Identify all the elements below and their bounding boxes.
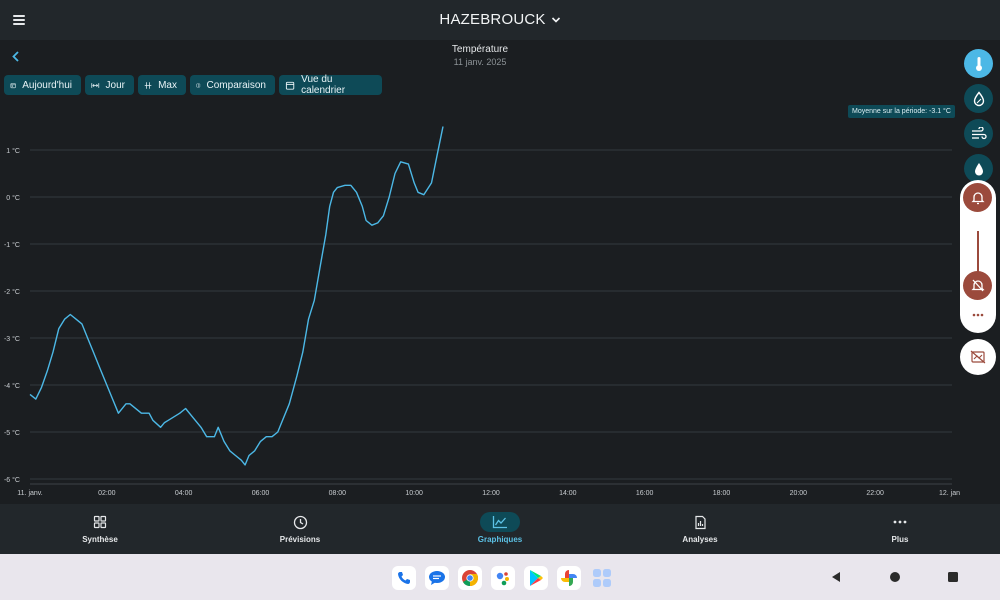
- top-app-bar: HAZEBROUCK: [0, 0, 1000, 40]
- y-tick-label: 0 °C: [6, 194, 20, 202]
- report-icon: [694, 515, 706, 529]
- bell-icon: [970, 192, 985, 205]
- thermometer-icon: [975, 56, 982, 71]
- system-home-icon[interactable]: [889, 571, 901, 583]
- hide-panel: [960, 339, 996, 375]
- nav-label: Graphiques: [477, 535, 523, 544]
- range-icon: [91, 82, 100, 88]
- back-icon[interactable]: [6, 47, 26, 67]
- app-drawer-icon[interactable]: [590, 566, 614, 590]
- temperature-line: [29, 126, 444, 466]
- bottom-navigation: Synthèse Prévisions Graphiques Analyses …: [0, 504, 1000, 554]
- y-tick-label: -5 °C: [4, 429, 20, 437]
- x-tick-label: 08:00: [329, 490, 347, 497]
- alert-off-button[interactable]: [963, 271, 992, 300]
- wind-icon: [971, 126, 987, 139]
- nav-label: Plus: [891, 535, 909, 544]
- humidity-button[interactable]: [964, 84, 993, 113]
- grid-icon: [93, 515, 107, 529]
- x-tick-label: 12. janv.: [939, 490, 960, 497]
- nav-label: Analyses: [682, 535, 718, 544]
- app-dock: [392, 566, 614, 590]
- nav-analyses[interactable]: Analyses: [600, 504, 800, 554]
- bell-off-icon: [970, 279, 985, 292]
- raindrop-icon: [974, 162, 983, 175]
- hide-chart-button[interactable]: [963, 342, 992, 371]
- x-tick-label: 10:00: [405, 490, 423, 497]
- chart-date: 11 janv. 2025: [453, 57, 507, 67]
- y-tick-label: -2 °C: [4, 288, 20, 296]
- clock-icon: [293, 515, 307, 529]
- today-chip-label: Aujourd'hui: [22, 79, 72, 91]
- x-tick-label: 04:00: [175, 490, 193, 497]
- city-name: HAZEBROUCK: [439, 11, 546, 28]
- y-tick-label: -3 °C: [4, 335, 20, 343]
- play-store-icon[interactable]: [524, 566, 548, 590]
- day-chip[interactable]: Jour: [85, 75, 134, 95]
- calendar-view-icon: [285, 81, 295, 90]
- x-tick-label: 06:00: [252, 490, 270, 497]
- photos-icon[interactable]: [557, 566, 581, 590]
- alert-panel: [960, 180, 996, 333]
- chart-options: Aujourd'hui Jour Max Comparaison Vue du …: [4, 74, 382, 96]
- nav-synthese[interactable]: Synthèse: [0, 504, 200, 554]
- x-tick-label: 02:00: [98, 490, 116, 497]
- day-chip-label: Jour: [105, 79, 125, 91]
- calendar-view-chip[interactable]: Vue du calendrier: [279, 74, 382, 96]
- x-tick-label: 18:00: [713, 490, 731, 497]
- nav-plus[interactable]: Plus: [800, 504, 1000, 554]
- wind-button[interactable]: [964, 119, 993, 148]
- temperature-chart: 1 °C 0 °C -1 °C -2 °C -3 °C -4 °C -5 °C -6 °C 11…: [4, 126, 960, 497]
- x-tick-label: 12:00: [482, 490, 500, 497]
- y-tick-label: -6 °C: [4, 476, 20, 484]
- max-chip[interactable]: Max: [138, 75, 186, 95]
- max-icon: [144, 81, 152, 89]
- nav-graphiques[interactable]: Graphiques: [400, 504, 600, 554]
- system-recents-icon[interactable]: [947, 571, 959, 583]
- y-tick-label: 1 °C: [6, 147, 20, 155]
- nav-label: Prévisions: [279, 535, 321, 544]
- alert-slider-track[interactable]: [977, 231, 979, 273]
- y-tick-label: -4 °C: [4, 382, 20, 390]
- system-back-icon[interactable]: [830, 571, 842, 583]
- chart-title: Température: [451, 44, 509, 55]
- chrome-icon[interactable]: [458, 566, 482, 590]
- chart-icon: [492, 516, 507, 529]
- x-tick-label: 16:00: [636, 490, 654, 497]
- nav-label: Synthèse: [82, 535, 118, 544]
- alert-bell-button[interactable]: [963, 183, 992, 212]
- calendar-view-chip-label: Vue du calendrier: [301, 74, 346, 96]
- comparison-chip[interactable]: Comparaison: [190, 75, 275, 95]
- calendar-icon: [10, 82, 16, 88]
- comparison-chip-label: Comparaison: [206, 79, 266, 91]
- assistant-icon[interactable]: [491, 566, 515, 590]
- x-tick-label: 11. janv.: [17, 490, 42, 497]
- phone-icon[interactable]: [392, 566, 416, 590]
- more-options-icon[interactable]: [971, 312, 985, 318]
- temperature-button[interactable]: [964, 49, 993, 78]
- more-icon: [893, 520, 907, 524]
- x-tick-label: 20:00: [790, 490, 808, 497]
- today-chip[interactable]: Aujourd'hui: [4, 75, 81, 95]
- compare-icon: [196, 83, 201, 87]
- y-tick-label: -1 °C: [4, 241, 20, 249]
- messages-icon[interactable]: [425, 566, 449, 590]
- humidity-icon: [973, 90, 984, 106]
- nav-previsions[interactable]: Prévisions: [200, 504, 400, 554]
- x-tick-label: 22:00: [866, 490, 884, 497]
- x-tick-label: 14:00: [559, 490, 577, 497]
- chevron-down-icon: [551, 16, 560, 23]
- max-chip-label: Max: [158, 79, 177, 91]
- location-selector[interactable]: HAZEBROUCK: [439, 11, 560, 28]
- rain-button[interactable]: [964, 154, 993, 183]
- chart-off-icon: [970, 350, 985, 363]
